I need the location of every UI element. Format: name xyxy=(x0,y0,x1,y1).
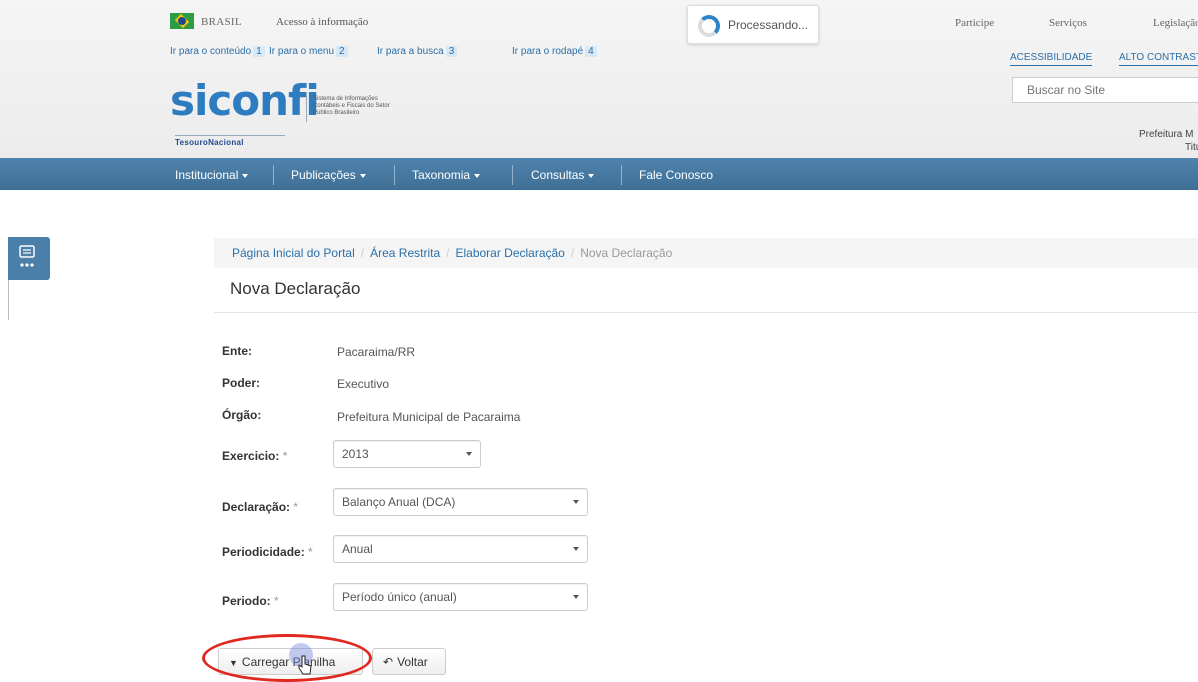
periodicidade-label-text: Periodicidade: xyxy=(222,545,305,559)
logo-divider xyxy=(306,92,307,122)
gov-header: BRASIL Acesso à informação Processando..… xyxy=(0,0,1198,158)
required-mark: * xyxy=(293,500,299,514)
nav-divider xyxy=(273,165,274,185)
poder-label: Poder: xyxy=(222,376,261,390)
chevron-down-icon xyxy=(567,536,587,562)
spinner-icon xyxy=(698,15,720,37)
periodo-label-text: Periodo: xyxy=(222,594,271,608)
siconfi-logo[interactable]: siconfi xyxy=(170,80,320,122)
user-role: Titu xyxy=(1185,142,1198,153)
skip-key: 2 xyxy=(336,46,348,57)
processing-text: Processando... xyxy=(728,18,809,32)
breadcrumb-separator: / xyxy=(570,246,575,260)
search-input[interactable] xyxy=(1012,77,1198,103)
skip-label: Ir para o conteúdo xyxy=(170,46,252,57)
exercicio-label-text: Exercicio: xyxy=(222,449,280,463)
required-mark: * xyxy=(274,594,279,608)
periodo-select[interactable]: Período único (anual) xyxy=(333,583,588,611)
tesouro-nacional-brand: TesouroNacional xyxy=(175,135,285,147)
skip-to-menu-link[interactable]: Ir para o menu 2 xyxy=(269,46,348,57)
skip-key: 3 xyxy=(445,46,458,57)
caret-down-icon xyxy=(359,173,366,178)
user-org: Prefeitura M xyxy=(1139,129,1194,140)
nav-divider xyxy=(621,165,622,185)
hand-cursor-icon xyxy=(298,655,312,675)
brasil-link[interactable]: BRASIL xyxy=(201,16,242,28)
skip-label: Ir para o menu xyxy=(269,46,335,57)
nav-label: Institucional xyxy=(175,168,239,182)
ente-value: Pacaraima/RR xyxy=(337,345,416,359)
back-button[interactable]: ↶ Voltar xyxy=(372,648,446,675)
breadcrumb: Página Inicial do Portal / Área Restrita / E… xyxy=(214,238,1198,268)
servicos-link[interactable]: Serviços xyxy=(1049,17,1087,29)
nav-label: Publicações xyxy=(291,168,356,182)
periodo-label: Periodo: * xyxy=(222,594,279,608)
sidebar-toggle[interactable] xyxy=(8,237,50,280)
skip-key: 4 xyxy=(585,46,597,57)
nav-divider xyxy=(512,165,513,185)
caret-down-icon xyxy=(242,173,249,178)
orgao-label: Órgão: xyxy=(222,408,262,422)
periodo-value: Período único (anual) xyxy=(342,590,457,604)
nav-institucional[interactable]: Institucional xyxy=(175,168,249,182)
nav-label: Consultas xyxy=(531,168,585,182)
exercicio-label: Exercicio: * xyxy=(222,449,287,463)
skip-key: 1 xyxy=(253,46,265,57)
skip-to-content-link[interactable]: Ir para o conteúdo 1 xyxy=(170,46,265,57)
page-title: Nova Declaração xyxy=(230,279,361,298)
ente-label: Ente: xyxy=(222,344,252,358)
chevron-down-icon xyxy=(567,584,587,610)
breadcrumb-separator: / xyxy=(446,246,450,260)
skip-label: Ir para a busca xyxy=(377,46,444,57)
nav-consultas[interactable]: Consultas xyxy=(531,168,595,182)
orgao-value: Prefeitura Municipal de Pacaraima xyxy=(337,410,521,424)
skip-label: Ir para o rodapé xyxy=(512,46,584,57)
high-contrast-link[interactable]: ALTO CONTRASTE xyxy=(1119,52,1198,66)
declaracao-label-text: Declaração: xyxy=(222,500,291,514)
exercicio-value: 2013 xyxy=(342,447,369,461)
poder-value: Executivo xyxy=(337,377,390,391)
title-divider xyxy=(214,312,1198,313)
access-info-link[interactable]: Acesso à informação xyxy=(276,16,368,28)
breadcrumb-home[interactable]: Página Inicial do Portal xyxy=(232,246,355,260)
back-label: Voltar xyxy=(397,655,428,669)
exercicio-select[interactable]: 2013 xyxy=(333,440,481,468)
participe-link[interactable]: Participe xyxy=(955,17,994,29)
main-navbar: Institucional Publicações Taxonomia Cons… xyxy=(0,158,1198,190)
declaracao-select[interactable]: Balanço Anual (DCA) xyxy=(333,488,588,516)
processing-indicator: Processando... xyxy=(687,5,819,44)
declaracao-value: Balanço Anual (DCA) xyxy=(342,495,456,509)
skip-to-search-link[interactable]: Ir para a busca 3 xyxy=(377,46,458,57)
sidebar-edge xyxy=(8,280,9,320)
periodicidade-label: Periodicidade: * xyxy=(222,545,313,559)
back-arrow-icon: ↶ xyxy=(383,655,394,669)
nav-divider xyxy=(394,165,395,185)
skip-to-footer-link[interactable]: Ir para o rodapé 4 xyxy=(512,46,597,57)
breadcrumb-restricted-area[interactable]: Área Restrita xyxy=(370,246,440,260)
legislacao-link[interactable]: Legislação xyxy=(1153,17,1198,29)
panel-menu-icon xyxy=(19,245,35,267)
nav-publicacoes[interactable]: Publicações xyxy=(291,168,366,182)
chevron-down-icon xyxy=(460,441,480,467)
breadcrumb-current: Nova Declaração xyxy=(580,246,673,260)
highlight-annotation xyxy=(202,634,372,682)
periodicidade-select[interactable]: Anual xyxy=(333,535,588,563)
nav-label: Taxonomia xyxy=(412,168,471,182)
declaracao-label: Declaração: * xyxy=(222,500,298,514)
periodicidade-value: Anual xyxy=(342,542,373,556)
caret-down-icon xyxy=(474,173,481,178)
breadcrumb-separator: / xyxy=(360,246,365,260)
required-mark: * xyxy=(308,545,313,559)
breadcrumb-elaborate-declaration[interactable]: Elaborar Declaração xyxy=(455,246,564,260)
chevron-down-icon xyxy=(567,489,587,515)
required-mark: * xyxy=(282,449,288,463)
accessibility-link[interactable]: ACESSIBILIDADE xyxy=(1010,52,1093,66)
nav-fale-conosco[interactable]: Fale Conosco xyxy=(639,168,713,182)
brazil-flag-icon xyxy=(170,13,194,29)
caret-down-icon xyxy=(588,173,595,178)
logo-description: Sistema de Informações Contábeis e Fisca… xyxy=(313,96,390,116)
nav-taxonomia[interactable]: Taxonomia xyxy=(412,168,481,182)
